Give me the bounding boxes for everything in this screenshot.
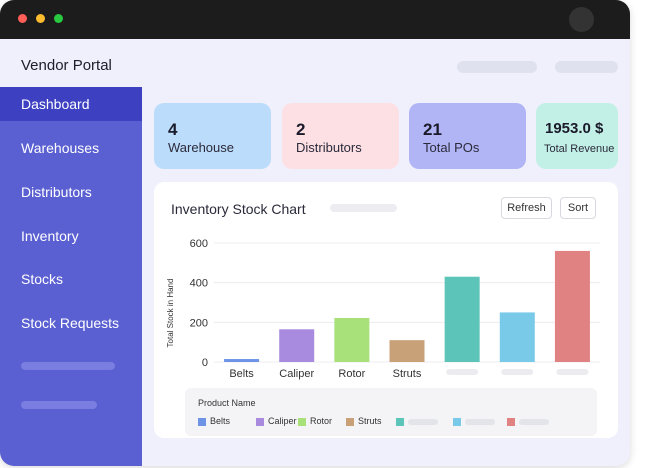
sidebar-item-inventory[interactable]: Inventory [0, 219, 142, 253]
stat-label: Warehouse [168, 140, 234, 155]
stat-card-distributors[interactable]: 2 Distributors [282, 103, 399, 169]
bar [279, 329, 315, 362]
inventory-chart-panel: Inventory Stock Chart Refresh Sort 0 200 4… [154, 182, 618, 438]
sidebar-item-distributors[interactable]: Distributors [0, 175, 142, 209]
legend-item[interactable]: Rotor [310, 416, 332, 426]
sidebar-item-warehouses[interactable]: Warehouses [0, 131, 142, 165]
header: Vendor Portal [0, 39, 630, 87]
stat-value: 4 [168, 120, 178, 139]
legend-swatch [256, 418, 264, 426]
legend-item[interactable]: Struts [358, 416, 382, 426]
y-tick-label: 200 [190, 317, 208, 329]
sidebar-item-stocks[interactable]: Stocks [0, 262, 142, 296]
maximize-window-button[interactable] [54, 14, 63, 23]
legend-swatch [346, 418, 354, 426]
stat-label: Total Revenue [544, 143, 615, 155]
legend-item[interactable]: Belts [210, 416, 230, 426]
legend-swatch [198, 418, 206, 426]
stat-label: Total POs [423, 140, 480, 155]
sidebar: Dashboard Warehouses Distributors Invent… [0, 87, 142, 466]
sidebar-item-label: Warehouses [21, 140, 100, 156]
bar [499, 312, 535, 362]
close-window-button[interactable] [18, 14, 27, 23]
app-window: Vendor Portal Dashboard Warehouses Distr… [0, 0, 630, 466]
stat-value: 1953.0 $ [545, 120, 604, 137]
profile-avatar[interactable] [569, 7, 594, 32]
y-axis-label: Total Stock in Hand [166, 279, 175, 348]
x-tick-placeholder [446, 369, 479, 375]
sidebar-item-dashboard[interactable]: Dashboard [0, 87, 142, 121]
x-tick-placeholder [501, 369, 534, 375]
sidebar-placeholder-item [21, 362, 115, 370]
sidebar-item-stock-requests[interactable]: Stock Requests [0, 306, 142, 340]
legend-swatch [453, 418, 461, 426]
x-tick-placeholder [556, 369, 589, 375]
title-bar [0, 0, 630, 39]
sidebar-item-label: Stock Requests [21, 315, 120, 331]
sidebar-placeholder-item [21, 401, 97, 409]
legend-placeholder [408, 419, 438, 425]
x-tick-label: Caliper [279, 368, 314, 380]
y-tick-label: 400 [190, 278, 208, 290]
bar [444, 276, 480, 362]
stat-card-total-revenue[interactable]: 1953.0 $ Total Revenue [536, 103, 618, 169]
stock-bar-chart: 0 200 400 600 Total Stock in Hand Belts Calipe… [166, 238, 600, 380]
sidebar-item-label: Stocks [21, 271, 64, 287]
legend-placeholder [465, 419, 495, 425]
header-placeholder-pill [555, 61, 618, 73]
bar [554, 250, 590, 362]
minimize-window-button[interactable] [36, 14, 45, 23]
x-tick-label: Belts [229, 368, 254, 380]
stat-card-warehouse[interactable]: 4 Warehouse [154, 103, 271, 169]
legend-swatch [396, 418, 404, 426]
x-tick-label: Struts [393, 368, 422, 380]
stat-value: 21 [423, 120, 442, 139]
x-tick-label: Rotor [338, 368, 365, 380]
bar [389, 340, 425, 362]
stat-value: 2 [296, 120, 306, 139]
bar [224, 359, 260, 362]
legend-swatch [298, 418, 306, 426]
app-title: Vendor Portal [21, 57, 112, 74]
stat-label: Distributors [296, 140, 362, 155]
chart-legend: Product Name Belts Caliper Rotor Struts [185, 388, 597, 436]
sidebar-item-label: Distributors [21, 184, 92, 200]
y-tick-label: 600 [190, 238, 208, 250]
sidebar-item-label: Inventory [21, 228, 79, 244]
y-tick-label: 0 [202, 357, 208, 369]
bar [334, 317, 370, 362]
header-placeholder-pill [457, 61, 537, 73]
legend-swatch [507, 418, 515, 426]
sidebar-item-label: Dashboard [21, 96, 90, 112]
stat-card-total-pos[interactable]: 21 Total POs [409, 103, 526, 169]
legend-placeholder [519, 419, 549, 425]
legend-title: Product Name [198, 398, 256, 408]
legend-item[interactable]: Caliper [268, 416, 297, 426]
